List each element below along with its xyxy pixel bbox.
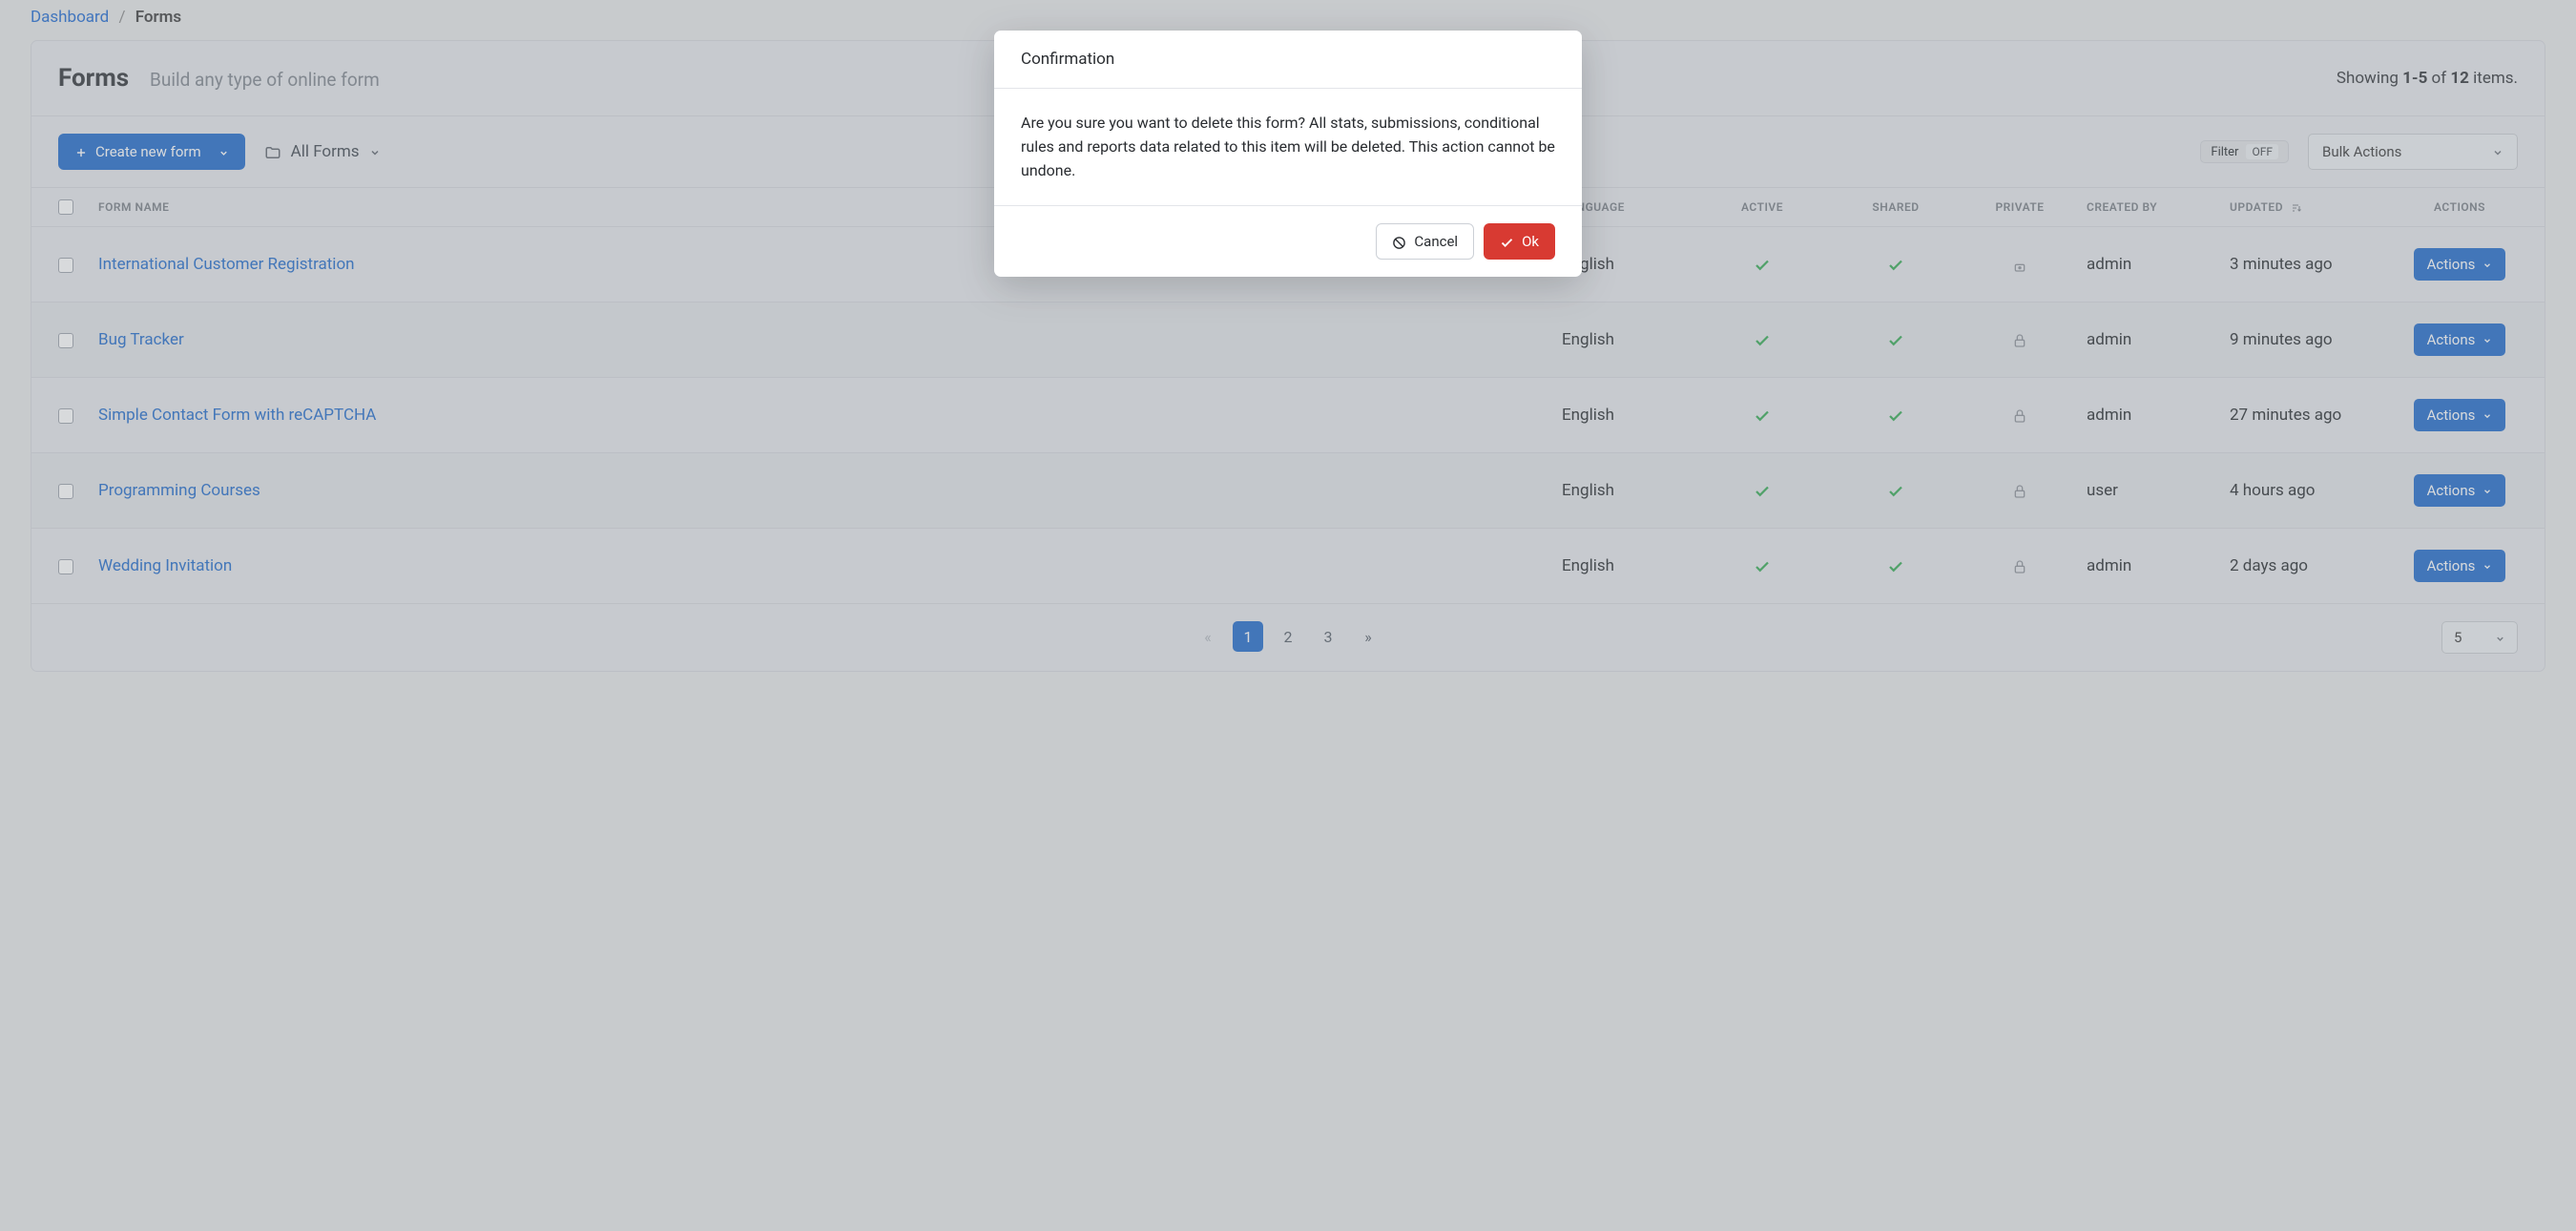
ok-label: Ok bbox=[1522, 233, 1539, 250]
cancel-label: Cancel bbox=[1414, 233, 1458, 250]
ok-button[interactable]: Ok bbox=[1484, 223, 1555, 260]
cancel-button[interactable]: Cancel bbox=[1376, 223, 1474, 260]
modal-footer: Cancel Ok bbox=[994, 205, 1582, 277]
modal-title: Confirmation bbox=[994, 31, 1582, 89]
cancel-icon bbox=[1392, 233, 1406, 250]
check-icon bbox=[1500, 233, 1514, 250]
modal-overlay[interactable]: Confirmation Are you sure you want to de… bbox=[0, 0, 2576, 1231]
confirmation-modal: Confirmation Are you sure you want to de… bbox=[994, 31, 1582, 277]
modal-body: Are you sure you want to delete this for… bbox=[994, 89, 1582, 205]
